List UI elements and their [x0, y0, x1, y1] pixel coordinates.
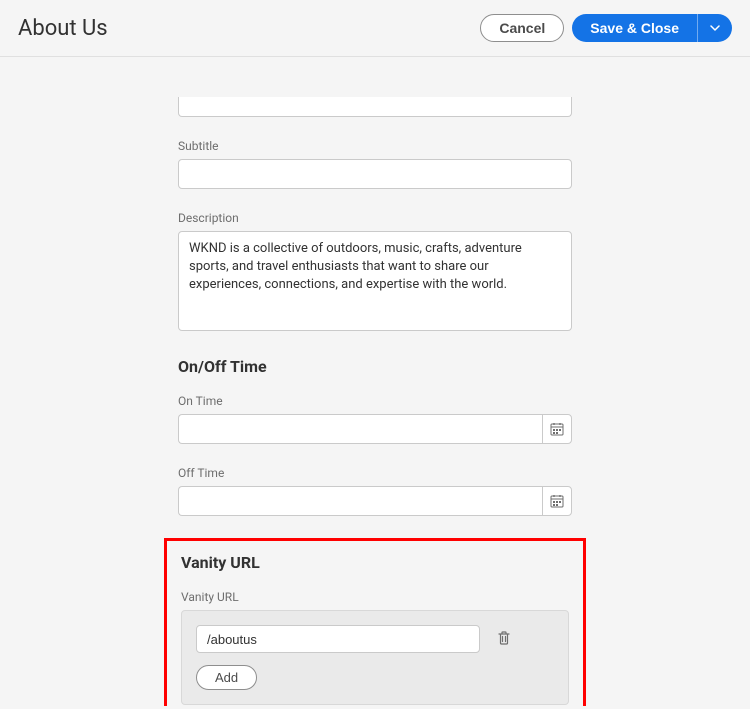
vanity-url-section: Vanity URL Vanity URL Add Redirect Vanit… [164, 538, 586, 706]
off-time-calendar-button[interactable] [542, 486, 572, 516]
onoff-heading: On/Off Time [178, 357, 572, 376]
vanity-url-input[interactable] [196, 625, 480, 653]
previous-field-partial[interactable] [178, 97, 572, 117]
cancel-button[interactable]: Cancel [480, 14, 564, 42]
on-time-input[interactable] [178, 414, 542, 444]
chevron-down-icon [710, 25, 720, 31]
off-time-label: Off Time [178, 466, 572, 480]
save-dropdown-button[interactable] [697, 14, 732, 42]
off-time-input[interactable] [178, 486, 542, 516]
description-label: Description [178, 211, 572, 225]
form-area: Subtitle Description WKND is a collectiv… [178, 57, 572, 706]
calendar-icon [549, 493, 565, 509]
on-time-row [178, 414, 572, 444]
header-actions: Cancel Save & Close [480, 14, 732, 42]
off-time-row [178, 486, 572, 516]
vanity-url-delete-button[interactable] [494, 628, 514, 651]
page-header: About Us Cancel Save & Close [0, 0, 750, 57]
trash-icon [496, 630, 512, 646]
vanity-multifield: Add [181, 610, 569, 705]
vanity-url-label: Vanity URL [181, 590, 569, 604]
page-title: About Us [18, 16, 108, 41]
vanity-url-row [196, 625, 554, 653]
on-time-calendar-button[interactable] [542, 414, 572, 444]
save-close-button[interactable]: Save & Close [572, 14, 697, 42]
on-time-label: On Time [178, 394, 572, 408]
content-area: Subtitle Description WKND is a collectiv… [0, 57, 750, 706]
subtitle-input[interactable] [178, 159, 572, 189]
vanity-add-button[interactable]: Add [196, 665, 257, 690]
description-textarea[interactable]: WKND is a collective of outdoors, music,… [178, 231, 572, 331]
subtitle-label: Subtitle [178, 139, 572, 153]
vanity-heading: Vanity URL [181, 553, 569, 572]
save-button-group: Save & Close [572, 14, 732, 42]
calendar-icon [549, 421, 565, 437]
